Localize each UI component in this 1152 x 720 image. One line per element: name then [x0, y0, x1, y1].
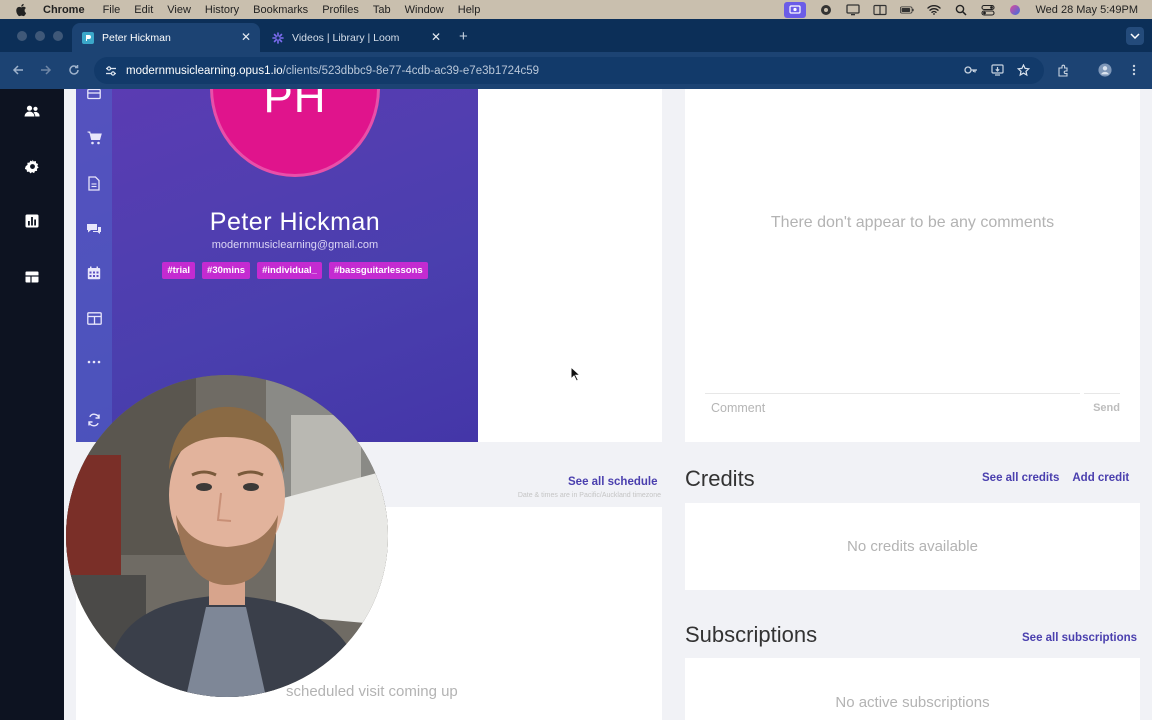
back-arrow-icon[interactable]: [11, 63, 25, 77]
send-comment-button[interactable]: Send: [1084, 393, 1120, 421]
see-all-subscriptions-link[interactable]: See all subscriptions: [1022, 632, 1137, 644]
install-app-icon[interactable]: [990, 63, 1004, 77]
password-key-icon[interactable]: [964, 63, 978, 77]
timezone-note: Date & times are in Pacific/Auckland tim…: [517, 492, 661, 499]
bookmark-star-icon[interactable]: [1016, 63, 1030, 77]
menu-file[interactable]: File: [103, 4, 121, 16]
cart-icon[interactable]: [86, 130, 102, 146]
opus-favicon-icon: [82, 31, 94, 44]
menu-profiles[interactable]: Profiles: [322, 4, 359, 16]
webcam-person-image: [66, 375, 388, 697]
menu-history[interactable]: History: [205, 4, 239, 16]
bar-chart-icon[interactable]: [24, 213, 40, 229]
wifi-icon[interactable]: [927, 4, 942, 16]
table-icon[interactable]: [86, 310, 102, 326]
menu-app-chrome[interactable]: Chrome: [43, 4, 85, 16]
menu-bookmarks[interactable]: Bookmarks: [253, 4, 308, 16]
window-layout-icon[interactable]: [873, 4, 888, 16]
webcam-overlay[interactable]: [66, 375, 388, 697]
schedule-header-links: See all schedule: [568, 472, 658, 490]
url-path: /clients/523dbbc9-8e77-4cdb-ac39-e7e3b17…: [282, 64, 540, 77]
tab-search-chevron-down-icon[interactable]: [1126, 27, 1144, 45]
zoom-window-button[interactable]: [53, 31, 63, 41]
minimize-window-button[interactable]: [35, 31, 45, 41]
subscriptions-card: No active subscriptions: [685, 658, 1140, 720]
credits-heading: Credits: [685, 466, 755, 491]
no-subscriptions-message: No active subscriptions: [835, 694, 990, 711]
client-email: modernmusiclearning@gmail.com: [211, 239, 379, 251]
no-scheduled-visit-message: scheduled visit coming up: [286, 683, 458, 700]
menubar-clock[interactable]: Wed 28 May 5:49PM: [1035, 4, 1138, 16]
browser-tab-strip: Peter Hickman ✕ Videos | Library | Loom …: [0, 19, 1152, 52]
siri-icon[interactable]: [1008, 4, 1022, 16]
see-all-schedule-link[interactable]: See all schedule: [568, 476, 658, 488]
tag-30mins[interactable]: #30mins: [202, 262, 251, 279]
new-tab-icon[interactable]: +: [459, 29, 468, 44]
close-tab-icon[interactable]: ✕: [241, 31, 251, 43]
client-tags: #trial #30mins #individual_ #bassguitarl…: [112, 262, 478, 279]
browser-menu-icon[interactable]: [1127, 63, 1141, 77]
card-icon[interactable]: [86, 89, 102, 102]
tag-individual[interactable]: #individual_: [257, 262, 322, 279]
comments-card: There don't appear to be any comments Se…: [685, 89, 1140, 442]
mouse-pointer-icon: [570, 366, 582, 382]
subscriptions-header-links: See all subscriptions: [1022, 628, 1137, 646]
app-sidebar: [0, 89, 64, 720]
menu-view[interactable]: View: [167, 4, 191, 16]
tab-loom-library[interactable]: Videos | Library | Loom ✕: [262, 23, 450, 52]
tab-title: Peter Hickman: [102, 31, 171, 44]
site-settings-icon[interactable]: [104, 64, 118, 78]
tag-trial[interactable]: #trial: [162, 262, 196, 279]
close-tab-icon[interactable]: ✕: [431, 31, 441, 43]
browser-toolbar: modernmusiclearning.opus1.io/clients/523…: [0, 52, 1152, 89]
reload-icon[interactable]: [67, 63, 81, 77]
credits-card: No credits available: [685, 503, 1140, 590]
screen-record-icon[interactable]: [784, 1, 807, 18]
address-bar-actions: [964, 63, 1030, 77]
dashboard-icon[interactable]: [24, 269, 40, 285]
no-credits-message: No credits available: [847, 538, 978, 555]
close-window-button[interactable]: [17, 31, 27, 41]
refresh-icon[interactable]: [86, 412, 102, 428]
see-all-credits-link[interactable]: See all credits: [982, 472, 1059, 484]
url-text: modernmusiclearning.opus1.io/clients/523…: [126, 65, 539, 77]
credits-header-links: See all credits Add credit: [982, 472, 1129, 484]
gear-icon[interactable]: [24, 158, 40, 174]
loom-favicon-icon: [272, 31, 284, 44]
address-bar[interactable]: modernmusiclearning.opus1.io/clients/523…: [94, 57, 1044, 84]
macos-menu-bar: Chrome File Edit View History Bookmarks …: [0, 0, 1152, 19]
profile-avatar-icon[interactable]: [1098, 63, 1112, 77]
menu-tab[interactable]: Tab: [373, 4, 391, 16]
document-icon[interactable]: [86, 175, 102, 191]
forward-arrow-icon[interactable]: [39, 63, 53, 77]
calendar-icon[interactable]: [86, 265, 102, 281]
control-center-icon[interactable]: [981, 4, 996, 16]
apple-icon[interactable]: [15, 3, 29, 17]
more-icon[interactable]: [86, 354, 102, 370]
client-avatar: PH: [210, 89, 380, 177]
tab-peter-hickman[interactable]: Peter Hickman ✕: [72, 23, 260, 52]
window-controls: [17, 31, 63, 41]
no-comments-message: There don't appear to be any comments: [770, 214, 1055, 231]
profile-action-rail: [76, 89, 112, 442]
menubar-status-area: Wed 28 May 5:49PM: [784, 0, 1138, 19]
menu-edit[interactable]: Edit: [134, 4, 153, 16]
subscriptions-heading: Subscriptions: [685, 622, 818, 647]
tag-bassguitarlessons[interactable]: #bassguitarlessons: [328, 262, 428, 279]
avatar-initials: PH: [263, 89, 327, 122]
menu-help[interactable]: Help: [458, 4, 481, 16]
battery-icon[interactable]: [900, 4, 915, 16]
comment-input[interactable]: [705, 393, 1080, 421]
users-icon[interactable]: [24, 103, 40, 119]
add-credit-link[interactable]: Add credit: [1072, 472, 1129, 484]
extensions-puzzle-icon[interactable]: [1056, 63, 1070, 77]
client-name: Peter Hickman: [209, 208, 381, 236]
chat-icon[interactable]: [86, 221, 102, 237]
tab-title: Videos | Library | Loom: [292, 31, 400, 44]
spotlight-search-icon[interactable]: [954, 4, 968, 16]
menu-window[interactable]: Window: [405, 4, 444, 16]
display-icon[interactable]: [846, 3, 861, 16]
url-host: modernmusiclearning.opus1.io: [126, 64, 283, 77]
loom-status-icon[interactable]: [819, 4, 833, 16]
